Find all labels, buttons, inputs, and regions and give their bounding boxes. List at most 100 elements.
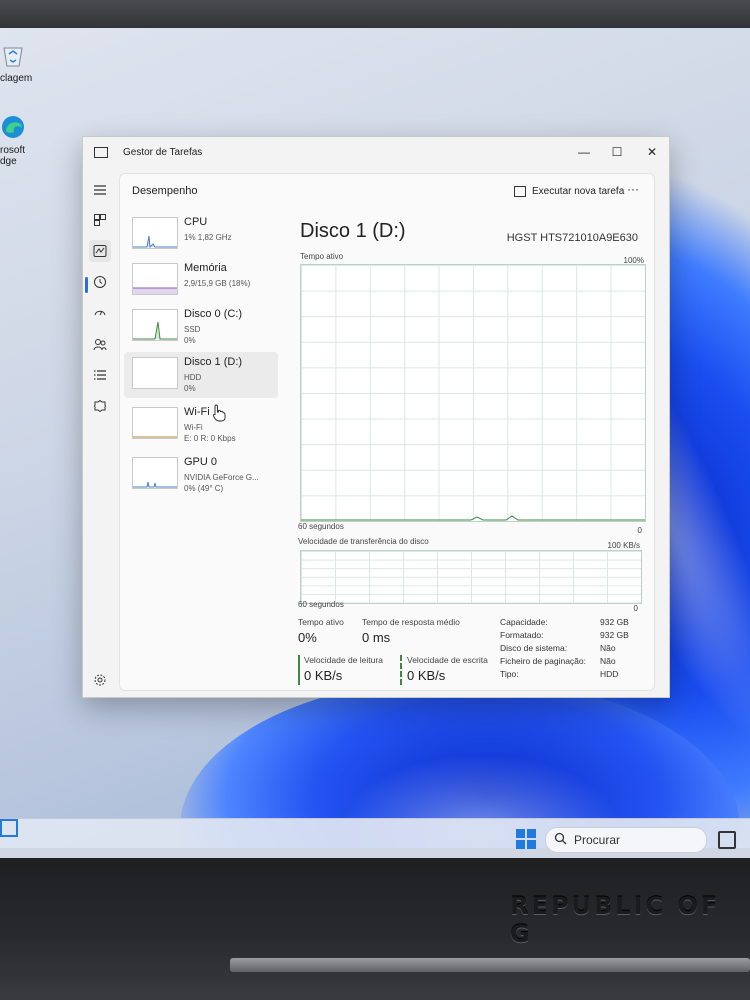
services-icon: [93, 399, 107, 413]
resource-throughput: E: 0 R: 0 Kbps: [184, 434, 236, 443]
prop-type-value: HDD: [600, 669, 619, 679]
nav-performance[interactable]: [89, 240, 111, 262]
resource-name: GPU 0: [184, 456, 218, 468]
write-speed-label: Velocidade de escrita: [407, 655, 488, 665]
gpu-thumbnail-graph: [132, 457, 178, 489]
wifi-thumbnail-graph: [132, 407, 178, 439]
startup-apps-icon: [94, 310, 106, 316]
resource-disk-1-selected[interactable]: Disco 1 (D:) HDD 0%: [124, 352, 278, 398]
resource-usage: 0%: [184, 336, 196, 345]
prop-formatted-value: 932 GB: [600, 630, 629, 640]
search-placeholder: Procurar: [574, 833, 621, 847]
resource-usage: 0%: [184, 384, 196, 393]
recycle-bin-icon: [3, 47, 23, 67]
more-options-button[interactable]: ···: [624, 182, 642, 196]
active-time-axis-label: 60 segundos: [298, 522, 344, 531]
nav-users[interactable]: [89, 333, 111, 355]
active-time-graph: [300, 264, 646, 522]
transfer-axis-label: 60 segundos: [298, 600, 344, 609]
resource-type: SSD: [184, 325, 201, 334]
active-time-graph-label: Tempo ativo: [300, 252, 344, 261]
prop-page-file-key: Ficheiro de paginação:: [500, 656, 587, 666]
windows-logo-icon-tile: [516, 840, 525, 849]
laptop-hinge: [230, 958, 750, 972]
read-speed-label: Velocidade de leitura: [304, 655, 383, 665]
active-time-axis-zero: 0: [637, 526, 642, 535]
resource-name: Memória: [184, 262, 227, 274]
active-time-stat-value: 0%: [298, 630, 317, 645]
prop-capacity-value: 932 GB: [600, 617, 629, 627]
task-manager-window: Gestor de Tarefas — ☐ ✕ Desempenho Execu…: [82, 136, 670, 698]
desktop-icon-edge[interactable]: rosoft dge: [0, 114, 38, 167]
resource-name: Disco 1 (D:): [184, 356, 243, 368]
transfer-graph-label: Velocidade de transferência do disco: [298, 537, 429, 546]
disk0-thumbnail-graph: [132, 309, 178, 341]
read-speed-value: 0 KB/s: [304, 668, 343, 683]
settings-icon: [94, 674, 106, 686]
details-icon: [94, 370, 106, 380]
search-icon: [554, 832, 567, 845]
nav-settings[interactable]: [89, 669, 111, 691]
resource-name: Disco 0 (C:): [184, 308, 243, 320]
read-speed-marker: [298, 655, 300, 685]
resource-disk-0[interactable]: Disco 0 (C:) SSD 0%: [124, 304, 278, 350]
task-manager-app-icon: [94, 147, 108, 158]
resource-detail: 1% 1,82 GHz: [184, 233, 232, 242]
nav-rail: [83, 169, 119, 697]
prop-formatted-key: Formatado:: [500, 630, 544, 640]
disk-model: HGST HTS721010A9E630: [506, 232, 638, 244]
memory-thumbnail-graph: [132, 263, 178, 295]
hamburger-menu-icon: [94, 185, 106, 195]
resource-name: Wi-Fi: [184, 406, 210, 418]
nav-processes[interactable]: [89, 209, 111, 231]
command-bar: Desempenho Executar nova tarefa ···: [120, 174, 654, 210]
taskbar-widget-icon[interactable]: [0, 819, 18, 837]
response-time-value: 0 ms: [362, 630, 391, 645]
taskbar: Procurar: [0, 818, 750, 859]
write-speed-marker: [400, 655, 402, 685]
taskbar-search-box[interactable]: Procurar: [545, 827, 707, 853]
transfer-graph-max: 100 KB/s: [607, 541, 640, 550]
close-button[interactable]: ✕: [641, 143, 663, 161]
resource-name: CPU: [184, 216, 208, 228]
desktop-icon-label: clagem: [0, 73, 33, 84]
prop-type-key: Tipo:: [500, 669, 519, 679]
resource-wifi[interactable]: Wi-Fi Wi-Fi E: 0 R: 0 Kbps: [124, 402, 278, 448]
desktop-icon-recycle-bin[interactable]: clagem: [0, 42, 38, 84]
resource-type: Wi-Fi: [184, 423, 203, 432]
detail-title: Disco 1 (D:): [300, 220, 406, 242]
prop-capacity-key: Capacidade:: [500, 617, 548, 627]
window-title: Gestor de Tarefas: [123, 147, 203, 158]
performance-pane: Desempenho Executar nova tarefa ··· CPU …: [119, 173, 655, 691]
desktop-icon-label-line2: dge: [0, 156, 17, 167]
nav-details[interactable]: [89, 364, 111, 386]
windows-logo-icon-tile: [527, 829, 536, 838]
transfer-rate-graph: [300, 550, 642, 604]
resource-gpu[interactable]: GPU 0 NVIDIA GeForce G... 0% (49° C): [124, 452, 278, 498]
active-time-stat-label: Tempo ativo: [298, 617, 344, 627]
taskbar-app-icon[interactable]: [718, 831, 736, 849]
desktop-icon-label: rosoft: [0, 145, 26, 156]
title-bar[interactable]: Gestor de Tarefas — ☐ ✕: [83, 137, 669, 167]
resource-model: NVIDIA GeForce G...: [184, 473, 259, 482]
nav-app-history[interactable]: [89, 271, 111, 293]
app-history-icon: [94, 276, 106, 288]
minimize-button[interactable]: —: [573, 143, 595, 161]
start-button[interactable]: [516, 829, 536, 849]
resource-cpu[interactable]: CPU 1% 1,82 GHz: [124, 212, 278, 258]
nav-startup-apps[interactable]: [89, 302, 111, 324]
maximize-button[interactable]: ☐: [606, 143, 628, 161]
run-task-label: Executar nova tarefa: [532, 186, 625, 197]
response-time-label: Tempo de resposta médio: [362, 617, 460, 627]
resource-type: HDD: [184, 373, 202, 382]
resource-memory[interactable]: Memória 2,9/15,9 GB (18%): [124, 258, 278, 304]
menu-button[interactable]: [89, 179, 111, 201]
resource-usage: 0% (49° C): [184, 484, 224, 493]
nav-services[interactable]: [89, 395, 111, 417]
edge-icon: [2, 116, 24, 138]
run-task-icon: [514, 186, 526, 197]
processes-icon: [94, 214, 106, 226]
prop-system-disk-value: Não: [600, 643, 616, 653]
transfer-axis-zero: 0: [633, 604, 638, 613]
section-title: Desempenho: [132, 185, 198, 197]
